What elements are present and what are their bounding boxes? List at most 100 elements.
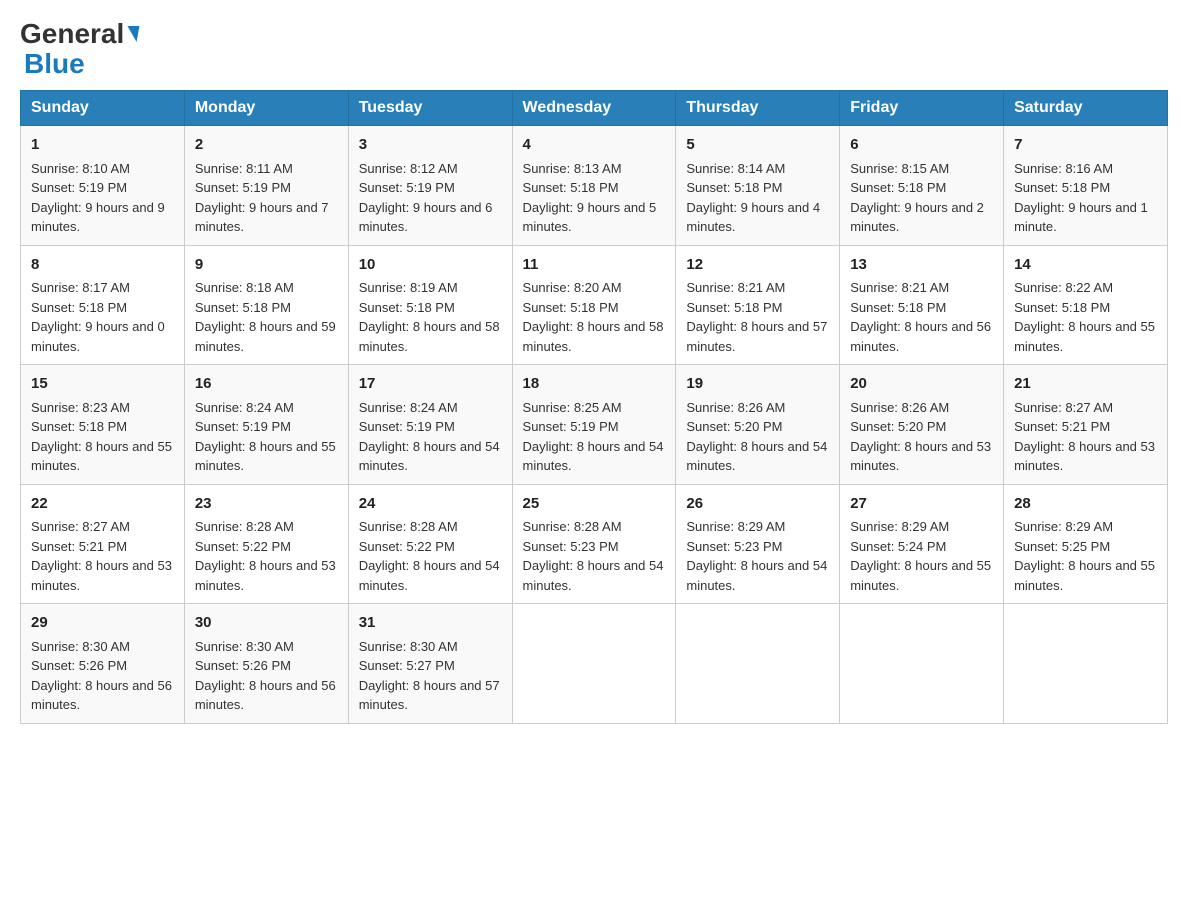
day-info: Sunrise: 8:29 AMSunset: 5:24 PMDaylight:… — [850, 517, 993, 595]
day-number: 23 — [195, 493, 338, 516]
day-cell-25: 25Sunrise: 8:28 AMSunset: 5:23 PMDayligh… — [512, 484, 676, 604]
empty-cell — [840, 604, 1004, 724]
day-number: 9 — [195, 254, 338, 277]
day-info: Sunrise: 8:24 AMSunset: 5:19 PMDaylight:… — [359, 398, 502, 476]
day-number: 25 — [523, 493, 666, 516]
day-cell-19: 19Sunrise: 8:26 AMSunset: 5:20 PMDayligh… — [676, 365, 840, 485]
week-row-1: 1Sunrise: 8:10 AMSunset: 5:19 PMDaylight… — [21, 126, 1168, 246]
day-info: Sunrise: 8:13 AMSunset: 5:18 PMDaylight:… — [523, 159, 666, 237]
day-cell-8: 8Sunrise: 8:17 AMSunset: 5:18 PMDaylight… — [21, 245, 185, 365]
day-info: Sunrise: 8:22 AMSunset: 5:18 PMDaylight:… — [1014, 278, 1157, 356]
day-cell-15: 15Sunrise: 8:23 AMSunset: 5:18 PMDayligh… — [21, 365, 185, 485]
day-info: Sunrise: 8:21 AMSunset: 5:18 PMDaylight:… — [686, 278, 829, 356]
day-info: Sunrise: 8:20 AMSunset: 5:18 PMDaylight:… — [523, 278, 666, 356]
day-cell-23: 23Sunrise: 8:28 AMSunset: 5:22 PMDayligh… — [184, 484, 348, 604]
week-row-4: 22Sunrise: 8:27 AMSunset: 5:21 PMDayligh… — [21, 484, 1168, 604]
week-row-5: 29Sunrise: 8:30 AMSunset: 5:26 PMDayligh… — [21, 604, 1168, 724]
day-cell-11: 11Sunrise: 8:20 AMSunset: 5:18 PMDayligh… — [512, 245, 676, 365]
day-info: Sunrise: 8:28 AMSunset: 5:22 PMDaylight:… — [359, 517, 502, 595]
day-number: 3 — [359, 134, 502, 157]
day-number: 28 — [1014, 493, 1157, 516]
day-cell-7: 7Sunrise: 8:16 AMSunset: 5:18 PMDaylight… — [1004, 126, 1168, 246]
day-number: 10 — [359, 254, 502, 277]
day-number: 29 — [31, 612, 174, 635]
day-cell-24: 24Sunrise: 8:28 AMSunset: 5:22 PMDayligh… — [348, 484, 512, 604]
day-number: 4 — [523, 134, 666, 157]
day-cell-16: 16Sunrise: 8:24 AMSunset: 5:19 PMDayligh… — [184, 365, 348, 485]
day-cell-17: 17Sunrise: 8:24 AMSunset: 5:19 PMDayligh… — [348, 365, 512, 485]
day-info: Sunrise: 8:15 AMSunset: 5:18 PMDaylight:… — [850, 159, 993, 237]
days-of-week-row: SundayMondayTuesdayWednesdayThursdayFrid… — [21, 91, 1168, 126]
day-number: 5 — [686, 134, 829, 157]
calendar-table: SundayMondayTuesdayWednesdayThursdayFrid… — [20, 90, 1168, 724]
logo-text-blue: Blue — [24, 48, 85, 80]
day-cell-22: 22Sunrise: 8:27 AMSunset: 5:21 PMDayligh… — [21, 484, 185, 604]
day-number: 18 — [523, 373, 666, 396]
day-number: 13 — [850, 254, 993, 277]
day-info: Sunrise: 8:26 AMSunset: 5:20 PMDaylight:… — [686, 398, 829, 476]
day-cell-21: 21Sunrise: 8:27 AMSunset: 5:21 PMDayligh… — [1004, 365, 1168, 485]
day-number: 12 — [686, 254, 829, 277]
day-number: 31 — [359, 612, 502, 635]
day-info: Sunrise: 8:21 AMSunset: 5:18 PMDaylight:… — [850, 278, 993, 356]
day-info: Sunrise: 8:30 AMSunset: 5:26 PMDaylight:… — [31, 637, 174, 715]
week-row-2: 8Sunrise: 8:17 AMSunset: 5:18 PMDaylight… — [21, 245, 1168, 365]
logo-text-general: General — [20, 20, 124, 48]
day-number: 8 — [31, 254, 174, 277]
day-cell-5: 5Sunrise: 8:14 AMSunset: 5:18 PMDaylight… — [676, 126, 840, 246]
day-header-tuesday: Tuesday — [348, 91, 512, 126]
page-header: General Blue — [20, 20, 1168, 80]
day-number: 6 — [850, 134, 993, 157]
day-cell-3: 3Sunrise: 8:12 AMSunset: 5:19 PMDaylight… — [348, 126, 512, 246]
day-info: Sunrise: 8:29 AMSunset: 5:23 PMDaylight:… — [686, 517, 829, 595]
day-info: Sunrise: 8:30 AMSunset: 5:26 PMDaylight:… — [195, 637, 338, 715]
day-info: Sunrise: 8:24 AMSunset: 5:19 PMDaylight:… — [195, 398, 338, 476]
day-info: Sunrise: 8:10 AMSunset: 5:19 PMDaylight:… — [31, 159, 174, 237]
day-cell-2: 2Sunrise: 8:11 AMSunset: 5:19 PMDaylight… — [184, 126, 348, 246]
day-header-friday: Friday — [840, 91, 1004, 126]
day-info: Sunrise: 8:26 AMSunset: 5:20 PMDaylight:… — [850, 398, 993, 476]
day-info: Sunrise: 8:12 AMSunset: 5:19 PMDaylight:… — [359, 159, 502, 237]
day-cell-26: 26Sunrise: 8:29 AMSunset: 5:23 PMDayligh… — [676, 484, 840, 604]
day-number: 26 — [686, 493, 829, 516]
logo: General Blue — [20, 20, 138, 80]
day-cell-18: 18Sunrise: 8:25 AMSunset: 5:19 PMDayligh… — [512, 365, 676, 485]
day-cell-1: 1Sunrise: 8:10 AMSunset: 5:19 PMDaylight… — [21, 126, 185, 246]
day-info: Sunrise: 8:23 AMSunset: 5:18 PMDaylight:… — [31, 398, 174, 476]
day-info: Sunrise: 8:16 AMSunset: 5:18 PMDaylight:… — [1014, 159, 1157, 237]
day-info: Sunrise: 8:28 AMSunset: 5:22 PMDaylight:… — [195, 517, 338, 595]
day-header-thursday: Thursday — [676, 91, 840, 126]
day-number: 14 — [1014, 254, 1157, 277]
day-number: 20 — [850, 373, 993, 396]
day-info: Sunrise: 8:27 AMSunset: 5:21 PMDaylight:… — [31, 517, 174, 595]
day-info: Sunrise: 8:27 AMSunset: 5:21 PMDaylight:… — [1014, 398, 1157, 476]
day-header-sunday: Sunday — [21, 91, 185, 126]
day-number: 30 — [195, 612, 338, 635]
day-info: Sunrise: 8:11 AMSunset: 5:19 PMDaylight:… — [195, 159, 338, 237]
logo-arrow-icon — [125, 26, 140, 42]
day-header-saturday: Saturday — [1004, 91, 1168, 126]
empty-cell — [676, 604, 840, 724]
day-number: 11 — [523, 254, 666, 277]
day-cell-6: 6Sunrise: 8:15 AMSunset: 5:18 PMDaylight… — [840, 126, 1004, 246]
day-number: 21 — [1014, 373, 1157, 396]
day-info: Sunrise: 8:28 AMSunset: 5:23 PMDaylight:… — [523, 517, 666, 595]
day-number: 17 — [359, 373, 502, 396]
day-cell-29: 29Sunrise: 8:30 AMSunset: 5:26 PMDayligh… — [21, 604, 185, 724]
day-cell-20: 20Sunrise: 8:26 AMSunset: 5:20 PMDayligh… — [840, 365, 1004, 485]
week-row-3: 15Sunrise: 8:23 AMSunset: 5:18 PMDayligh… — [21, 365, 1168, 485]
day-number: 16 — [195, 373, 338, 396]
day-info: Sunrise: 8:19 AMSunset: 5:18 PMDaylight:… — [359, 278, 502, 356]
day-cell-4: 4Sunrise: 8:13 AMSunset: 5:18 PMDaylight… — [512, 126, 676, 246]
day-number: 2 — [195, 134, 338, 157]
day-cell-9: 9Sunrise: 8:18 AMSunset: 5:18 PMDaylight… — [184, 245, 348, 365]
day-info: Sunrise: 8:25 AMSunset: 5:19 PMDaylight:… — [523, 398, 666, 476]
day-number: 7 — [1014, 134, 1157, 157]
day-info: Sunrise: 8:14 AMSunset: 5:18 PMDaylight:… — [686, 159, 829, 237]
day-header-wednesday: Wednesday — [512, 91, 676, 126]
day-info: Sunrise: 8:18 AMSunset: 5:18 PMDaylight:… — [195, 278, 338, 356]
day-info: Sunrise: 8:29 AMSunset: 5:25 PMDaylight:… — [1014, 517, 1157, 595]
day-number: 22 — [31, 493, 174, 516]
day-number: 19 — [686, 373, 829, 396]
day-cell-10: 10Sunrise: 8:19 AMSunset: 5:18 PMDayligh… — [348, 245, 512, 365]
